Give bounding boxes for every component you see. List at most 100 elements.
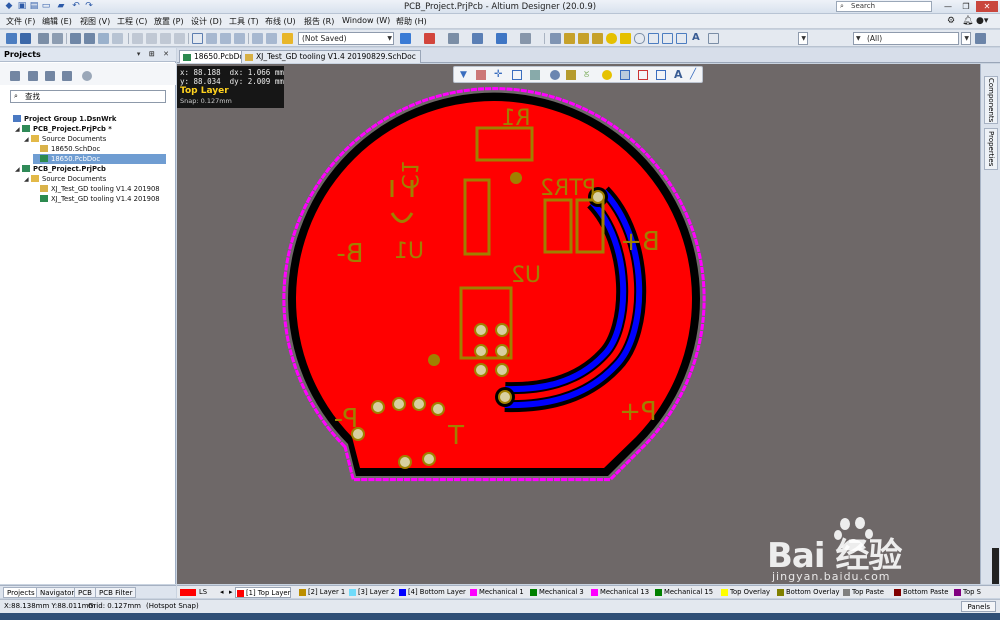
menu-view[interactable]: 视图 (V)	[80, 16, 110, 27]
track-place-icon[interactable]	[566, 70, 576, 80]
select-area-icon[interactable]	[192, 33, 203, 44]
differential-pair-icon[interactable]	[578, 33, 589, 44]
layer-tab-mechanical-13[interactable]: Mechanical 13	[590, 587, 649, 598]
undo-tool-icon[interactable]	[252, 33, 263, 44]
menu-edit[interactable]: 编辑 (E)	[42, 16, 72, 27]
dimension-icon[interactable]	[708, 33, 719, 44]
close-button[interactable]: ✕	[976, 1, 998, 12]
menu-project[interactable]: 工程 (C)	[117, 16, 147, 27]
via-place-icon[interactable]	[550, 70, 560, 80]
cut-icon[interactable]	[132, 33, 143, 44]
clear-icon[interactable]	[234, 33, 245, 44]
track-icon[interactable]	[564, 33, 575, 44]
fill-icon[interactable]	[550, 33, 561, 44]
restore-button[interactable]: ❐	[958, 1, 974, 12]
text-icon[interactable]: A	[692, 33, 703, 44]
tree-item[interactable]: 18650.SchDoc	[33, 144, 166, 154]
zoom-area-icon[interactable]	[84, 33, 95, 44]
menu-reports[interactable]: 报告 (R)	[304, 16, 334, 27]
grid-icon[interactable]	[520, 33, 531, 44]
expand-arrow-icon[interactable]: ◢	[24, 135, 31, 145]
via-icon[interactable]	[592, 33, 603, 44]
zoom-fit-icon[interactable]	[70, 33, 81, 44]
layer-tab-layer-1[interactable]: [2] Layer 1	[298, 587, 345, 598]
layer-tab-bottom-layer[interactable]: [4] Bottom Layer	[398, 587, 466, 598]
tab-navigator[interactable]: Navigator	[36, 587, 79, 598]
panels-button[interactable]: Panels	[961, 601, 996, 612]
menu-help[interactable]: 帮助 (H)	[396, 16, 427, 27]
component-place-icon[interactable]	[530, 70, 540, 80]
user-icon[interactable]: ●▾	[976, 16, 988, 26]
expand-arrow-icon[interactable]: ◢	[15, 125, 22, 135]
panel-controls[interactable]: ▾ ⊞ ✕	[137, 50, 172, 58]
layer-tab-bottom-paste[interactable]: Bottom Paste	[893, 587, 948, 598]
menu-window[interactable]: Window (W)	[342, 16, 390, 25]
deselect-icon[interactable]	[220, 33, 231, 44]
expand-arrow-icon[interactable]: ◢	[15, 165, 22, 175]
project-search-input[interactable]: ⌕ 查找	[10, 90, 166, 103]
layer-tab-bottom-overlay[interactable]: Bottom Overlay	[776, 587, 840, 598]
highlight-icon[interactable]	[282, 33, 293, 44]
layer-tab-ls[interactable]: LS	[179, 587, 207, 598]
print-icon[interactable]	[38, 33, 49, 44]
menu-tools[interactable]: 工具 (T)	[229, 16, 259, 27]
more-tools-icon[interactable]	[975, 33, 986, 44]
print-preview-icon[interactable]	[52, 33, 63, 44]
pad-icon[interactable]	[606, 33, 617, 44]
compile-icon[interactable]	[62, 71, 72, 81]
layer-tab-top-layer[interactable]: [1] Top Layer	[235, 587, 292, 598]
global-search-input[interactable]: ⌕ Search	[836, 1, 932, 12]
menu-place[interactable]: 放置 (P)	[154, 16, 184, 27]
interactive-route-icon[interactable]	[400, 33, 411, 44]
tab-projects[interactable]: Projects	[3, 587, 39, 598]
tab-xj-test-schdoc[interactable]: XJ_Test_GD tooling V1.4 20190829.SchDoc	[241, 50, 421, 63]
place-pad-icon[interactable]	[424, 33, 435, 44]
tree-item[interactable]: ◢ PCB_Project.PrjPcb *	[15, 124, 166, 134]
tree-item[interactable]: ◢ Source Documents	[24, 134, 166, 144]
rect-icon[interactable]	[648, 33, 659, 44]
layer-tab-layer-2[interactable]: [3] Layer 2	[348, 587, 395, 598]
layer-tab-top-paste[interactable]: Top Paste	[842, 587, 884, 598]
vertical-scrollbar-thumb[interactable]	[992, 548, 999, 584]
distribute-icon[interactable]	[472, 33, 483, 44]
keepout-icon[interactable]	[662, 33, 673, 44]
paste-icon[interactable]	[160, 33, 171, 44]
tree-item[interactable]: 18650.PcbDoc	[33, 154, 166, 164]
select-rect-icon[interactable]	[512, 70, 522, 80]
minimize-button[interactable]: —	[940, 1, 956, 12]
polygon-icon[interactable]	[620, 33, 631, 44]
move-icon[interactable]	[206, 33, 217, 44]
layer-tab-top-overlay[interactable]: Top Overlay	[720, 587, 770, 598]
project-options-icon[interactable]	[45, 71, 55, 81]
layer-scroll-right[interactable]: ▸	[219, 587, 233, 598]
redo-tool-icon[interactable]	[266, 33, 277, 44]
gear-icon[interactable]	[82, 71, 92, 81]
filter-combo[interactable]: ▼	[798, 32, 808, 45]
line-place-icon[interactable]: ╱	[690, 70, 700, 80]
expand-arrow-icon[interactable]: ◢	[24, 175, 31, 185]
region-place-icon[interactable]	[656, 70, 666, 80]
move-cross-icon[interactable]: ✛	[494, 70, 504, 80]
zoom-selected-icon[interactable]	[98, 33, 109, 44]
align-icon[interactable]	[448, 33, 459, 44]
new-icon[interactable]	[6, 33, 17, 44]
fill-place-icon[interactable]	[620, 70, 630, 80]
clear-filter-icon[interactable]	[112, 33, 123, 44]
save-state-combo[interactable]: (Not Saved) ▼	[298, 32, 394, 45]
tree-item[interactable]: Project Group 1.DsnWrk	[6, 114, 166, 124]
rubber-stamp-icon[interactable]	[174, 33, 185, 44]
pcb-canvas[interactable]: R1 C1 U1 U2 PTR2 B- B+ P- P+ T	[177, 64, 980, 584]
component-icon[interactable]	[496, 33, 507, 44]
bell-icon[interactable]: 🔔︎	[962, 16, 973, 26]
layer-tab-mechanical-1[interactable]: Mechanical 1	[469, 587, 524, 598]
tree-item[interactable]: ◢ Source Documents	[24, 174, 166, 184]
arc-icon[interactable]	[634, 33, 645, 44]
save-doc-icon[interactable]	[20, 33, 31, 44]
diff-pair-icon[interactable]: ᘜ	[584, 70, 594, 80]
extra-combo[interactable]: ▼	[961, 32, 971, 45]
properties-side-tab[interactable]: Properties	[984, 128, 998, 170]
tree-item[interactable]: XJ_Test_GD tooling V1.4 201908	[33, 184, 166, 194]
pad-place-icon[interactable]	[602, 70, 612, 80]
menu-design[interactable]: 设计 (D)	[191, 16, 222, 27]
tree-item[interactable]: XJ_Test_GD tooling V1.4 201908	[33, 194, 166, 204]
